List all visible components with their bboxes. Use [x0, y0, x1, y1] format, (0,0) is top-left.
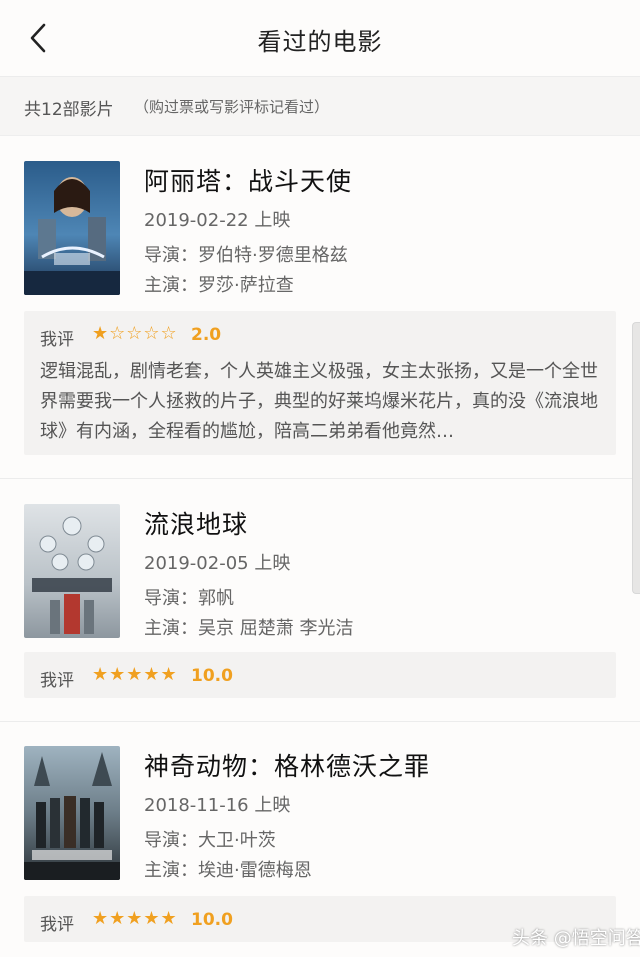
rating-score: 10.0: [191, 910, 233, 930]
my-review[interactable]: 我评 ★★★★★ 10.0: [24, 652, 616, 698]
release-date: 2019-02-05 上映: [144, 553, 291, 574]
release-date: 2019-02-22 上映: [144, 210, 291, 231]
movie-card[interactable]: 阿丽塔：战斗天使 2019-02-22 上映 导演：罗伯特·罗德里格兹 主演：罗…: [0, 136, 640, 478]
star-rating-icon: ★☆☆☆☆: [92, 323, 178, 344]
release-date: 2018-11-16 上映: [144, 795, 291, 816]
cast: 主演：埃迪·雷德梅恩: [144, 860, 312, 881]
my-review[interactable]: 我评 ★☆☆☆☆ 2.0 逻辑混乱，剧情老套，个人英雄主义极强，女主太张扬，又是…: [24, 311, 616, 455]
watermark: 头条 @悟空问答: [512, 928, 640, 949]
director: 导演：大卫·叶茨: [144, 830, 276, 851]
movie-poster[interactable]: [24, 161, 120, 295]
movie-title[interactable]: 流浪地球: [144, 505, 248, 541]
movie-poster[interactable]: [24, 746, 120, 880]
review-label: 我评: [40, 671, 74, 691]
movie-poster[interactable]: [24, 504, 120, 638]
movie-card[interactable]: 神奇动物：格林德沃之罪 2018-11-16 上映 导演：大卫·叶茨 主演：埃迪…: [0, 722, 640, 957]
star-rating-icon: ★★★★★: [92, 908, 178, 929]
scrollbar[interactable]: [632, 322, 640, 594]
summary-bar: 共12部影片 （购过票或写影评标记看过）: [0, 77, 640, 136]
movie-title[interactable]: 阿丽塔：战斗天使: [144, 162, 352, 198]
page-title: 看过的电影: [257, 28, 383, 56]
rating-score: 2.0: [191, 325, 222, 345]
rating-score: 10.0: [191, 666, 233, 686]
review-label: 我评: [40, 330, 74, 350]
cast: 主演：吴京 屈楚萧 李光洁: [144, 618, 354, 639]
summary-note: （购过票或写影评标记看过）: [134, 98, 330, 116]
cast: 主演：罗莎·萨拉查: [144, 275, 294, 296]
top-nav-bar: 看过的电影: [0, 0, 640, 77]
movie-title[interactable]: 神奇动物：格林德沃之罪: [144, 747, 430, 783]
director: 导演：罗伯特·罗德里格兹: [144, 245, 348, 266]
review-text: 逻辑混乱，剧情老套，个人英雄主义极强，女主太张扬，又是一个全世界需要我一个人拯救…: [40, 361, 598, 442]
review-label: 我评: [40, 915, 74, 935]
star-rating-icon: ★★★★★: [92, 664, 178, 685]
movie-count: 共12部影片: [24, 100, 114, 120]
movie-card[interactable]: 流浪地球 2019-02-05 上映 导演：郭帆 主演：吴京 屈楚萧 李光洁 我…: [0, 479, 640, 721]
director: 导演：郭帆: [144, 588, 234, 609]
